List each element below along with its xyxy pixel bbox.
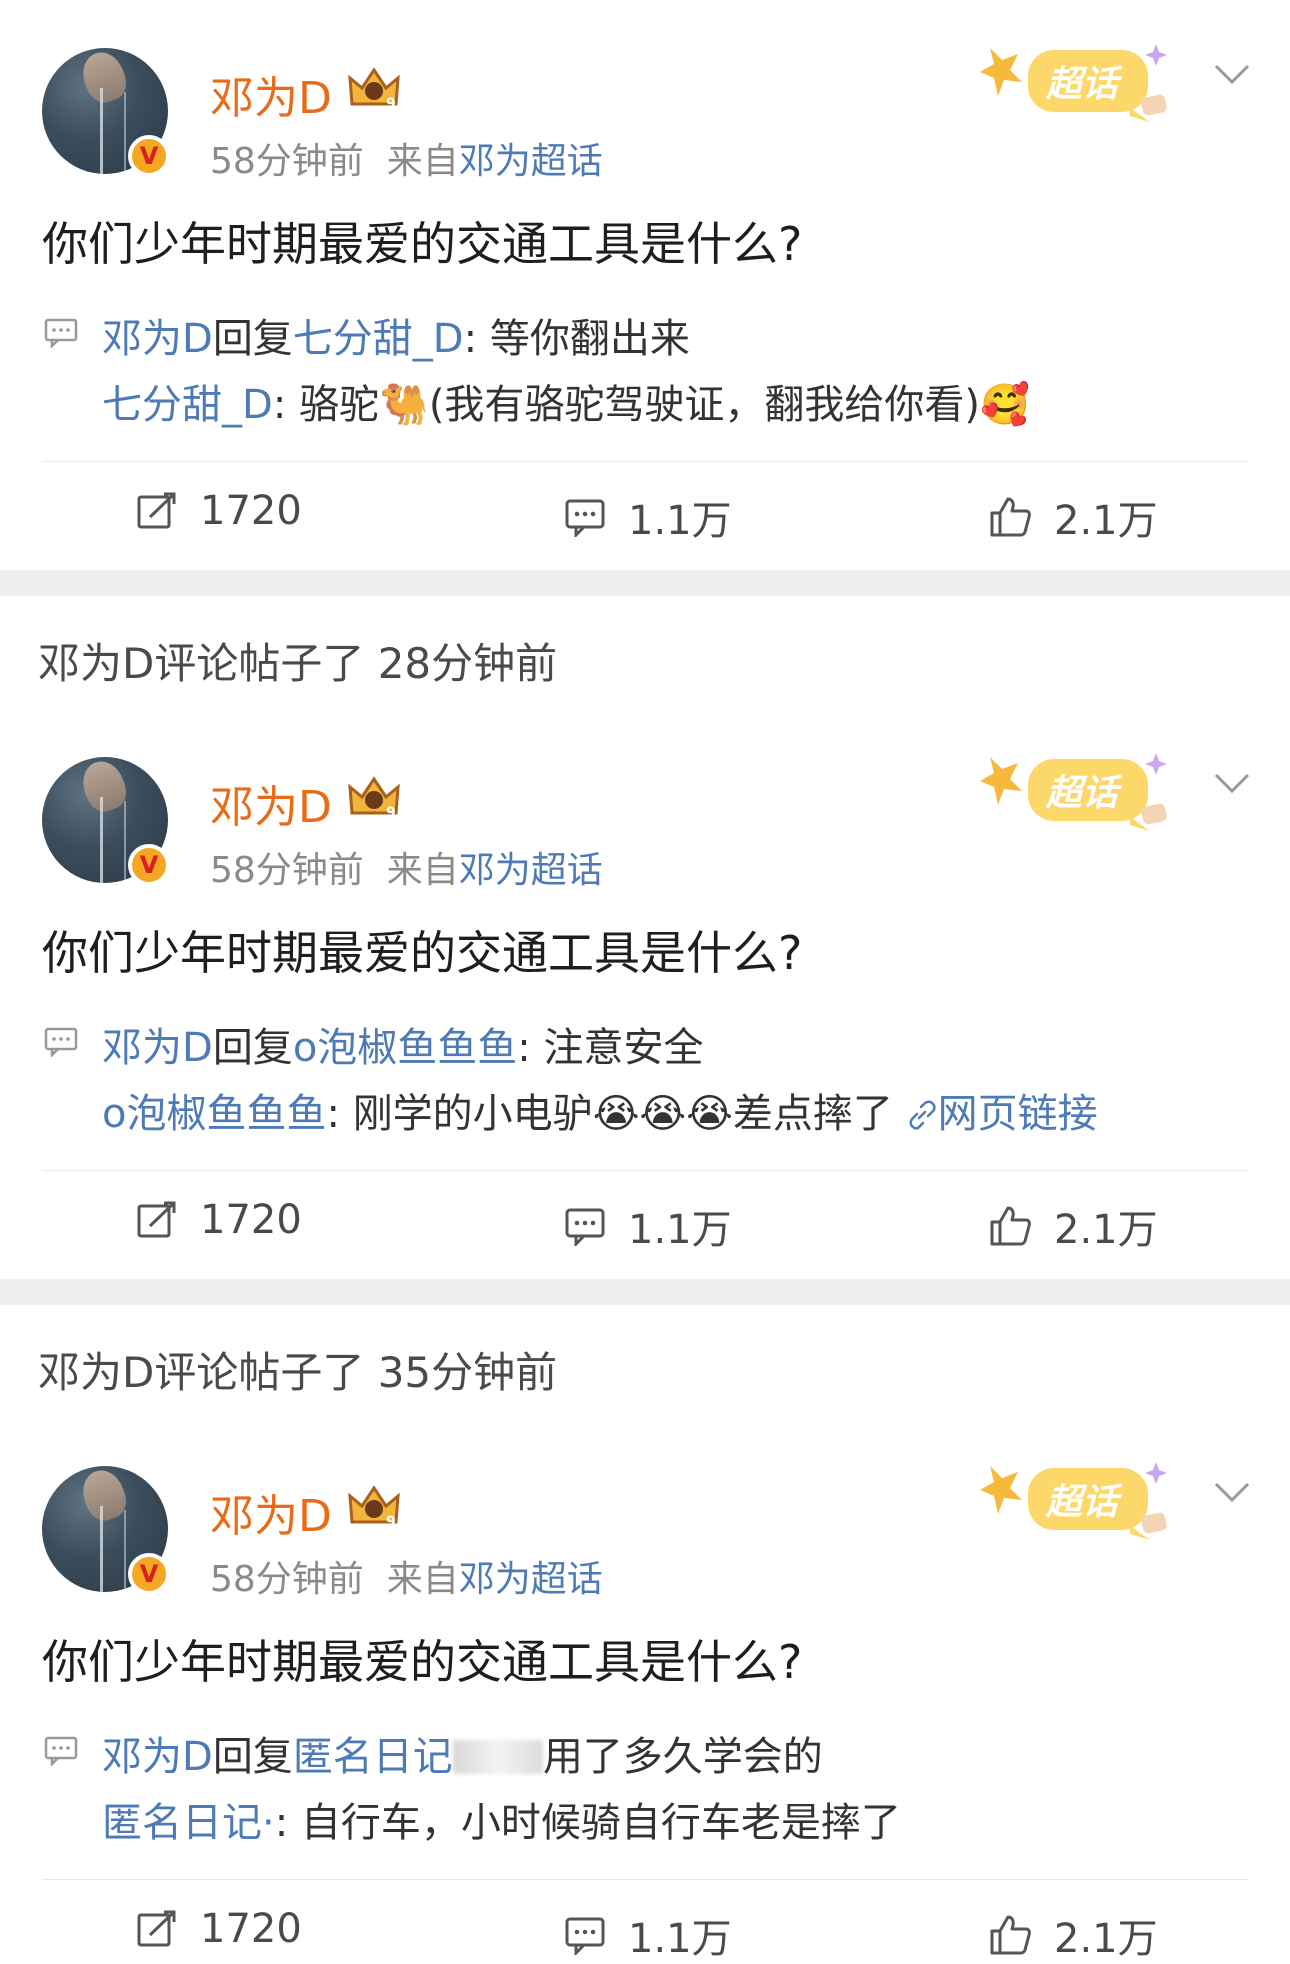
comment-bubble-icon — [44, 318, 78, 348]
svg-text:超话: 超话 — [1045, 64, 1123, 105]
comment-author[interactable]: 七分甜_D — [102, 382, 273, 428]
like-button[interactable]: 2.1万 — [988, 1906, 1158, 1964]
link-icon — [909, 1100, 936, 1130]
post-time: 58分钟前 — [210, 850, 364, 891]
comment-button[interactable]: 1.1万 — [564, 488, 732, 546]
comment-icon — [565, 1917, 605, 1955]
section-separator — [0, 570, 1290, 596]
comment-text: 等你翻出来 — [489, 316, 690, 362]
comment-author[interactable]: 邓为D — [102, 1734, 213, 1780]
from-prefix: 来自 — [386, 850, 459, 891]
repost-button[interactable]: 1720 — [136, 1906, 302, 1952]
comment-text: 骆驼 — [299, 382, 380, 428]
comment-line[interactable]: o泡椒鱼鱼鱼: 刚学的小电驴😭😭😭差点摔了 网页链接 — [102, 1081, 1098, 1139]
post-meta: 58分钟前 来自邓为超话 — [210, 132, 603, 184]
post-content[interactable]: 你们少年时期最爱的交通工具是什么? — [42, 917, 802, 983]
supertopic-tag-icon[interactable]: 超话 — [980, 1448, 1180, 1548]
username[interactable]: 邓为D — [210, 771, 332, 835]
web-link[interactable]: 网页链接 — [906, 1091, 1098, 1137]
smiling-emoji: 🥰 — [980, 382, 1030, 428]
comment-line[interactable]: 邓为D回复匿名日记 用了多久学会的 — [102, 1724, 823, 1782]
reply-target[interactable]: 匿名日记 — [293, 1734, 453, 1780]
reply-target[interactable]: 七分甜_D — [293, 316, 464, 362]
comment-author[interactable]: 邓为D — [102, 316, 213, 362]
comment-icon — [565, 1208, 605, 1246]
post-meta: 58分钟前 来自邓为超话 — [210, 841, 603, 893]
comment-button[interactable]: 1.1万 — [564, 1906, 732, 1964]
divider — [42, 1170, 1248, 1171]
comment-text: 注意安全 — [543, 1025, 704, 1071]
like-icon — [990, 1206, 1031, 1246]
repost-icon — [137, 492, 176, 529]
post-time: 58分钟前 — [210, 141, 364, 182]
comment-text: 自行车，小时候骑自行车老是摔了 — [300, 1800, 901, 1846]
crown-level-icon: 9 — [348, 67, 400, 112]
crown-level-icon: 9 — [348, 776, 400, 821]
like-button[interactable]: 2.1万 — [988, 488, 1158, 546]
username[interactable]: 邓为D — [210, 62, 332, 126]
reply-target[interactable]: o泡椒鱼鱼鱼 — [293, 1025, 517, 1071]
svg-text:超话: 超话 — [1045, 1482, 1123, 1523]
redacted-blur — [452, 1740, 543, 1774]
comment-bubble-icon — [44, 1027, 78, 1057]
username[interactable]: 邓为D — [210, 1480, 332, 1544]
source-link[interactable]: 邓为超话 — [459, 1559, 603, 1600]
comment-text: 刚学的小电驴 — [352, 1091, 593, 1137]
verified-v-icon: V — [128, 1553, 170, 1595]
repost-icon — [137, 1201, 176, 1238]
supertopic-tag-icon[interactable]: 超话 — [980, 739, 1180, 839]
repost-button[interactable]: 1720 — [136, 488, 302, 534]
like-icon — [990, 1915, 1031, 1955]
chevron-down-icon[interactable] — [1212, 1478, 1252, 1508]
comment-text: (我有骆驼驾驶证，翻我给你看) — [428, 382, 981, 428]
repost-button[interactable]: 1720 — [136, 1197, 302, 1243]
svg-text:9: 9 — [386, 1514, 396, 1530]
divider — [42, 461, 1248, 462]
chevron-down-icon[interactable] — [1212, 769, 1252, 799]
verified-v-icon: V — [128, 844, 170, 886]
divider — [42, 1879, 1248, 1880]
comment-bubble-icon — [44, 1736, 78, 1766]
comment-line[interactable]: 七分甜_D: 骆驼🐫(我有骆驼驾驶证，翻我给你看)🥰 — [102, 372, 1030, 430]
comment-button[interactable]: 1.1万 — [564, 1197, 732, 1255]
post-meta: 58分钟前 来自邓为超话 — [210, 1550, 603, 1602]
comment-text: 用了多久学会的 — [542, 1734, 823, 1780]
crying-emoji: 😭😭😭 — [592, 1091, 733, 1137]
crown-level-icon: 9 — [348, 1485, 400, 1530]
comment-line[interactable]: 匿名日记·: 自行车，小时候骑自行车老是摔了 — [102, 1790, 901, 1848]
post-card: V 邓为D 9 58分钟前 来自邓为超话 超话 你们少年时期最爱的交通工具是什么… — [0, 0, 1290, 570]
section-separator — [0, 1279, 1290, 1305]
like-icon — [990, 497, 1031, 537]
comment-icon — [565, 499, 605, 537]
comment-author[interactable]: 匿名日记· — [102, 1800, 275, 1846]
chevron-down-icon[interactable] — [1212, 60, 1252, 90]
activity-header: 邓为D评论帖子了 28分钟前 — [0, 596, 1290, 711]
comment-author[interactable]: o泡椒鱼鱼鱼 — [102, 1091, 326, 1137]
source-link[interactable]: 邓为超话 — [459, 850, 603, 891]
comment-line[interactable]: 邓为D回复o泡椒鱼鱼鱼: 注意安全 — [102, 1015, 704, 1073]
verified-v-icon: V — [128, 135, 170, 177]
from-prefix: 来自 — [386, 141, 459, 182]
post-card: V 邓为D 9 58分钟前 来自邓为超话 超话 你们少年时期最爱的交通工具是什么… — [0, 1418, 1290, 1962]
svg-text:超话: 超话 — [1045, 773, 1123, 814]
repost-icon — [137, 1910, 176, 1947]
svg-text:9: 9 — [386, 805, 396, 821]
camel-emoji: 🐫 — [379, 382, 429, 428]
svg-text:9: 9 — [386, 96, 396, 112]
source-link[interactable]: 邓为超话 — [459, 141, 603, 182]
activity-header: 邓为D评论帖子了 35分钟前 — [0, 1305, 1290, 1420]
supertopic-tag-icon[interactable]: 超话 — [980, 30, 1180, 130]
comment-line[interactable]: 邓为D回复七分甜_D: 等你翻出来 — [102, 306, 690, 364]
comment-author[interactable]: 邓为D — [102, 1025, 213, 1071]
comment-text: 差点摔了 — [732, 1091, 893, 1137]
post-time: 58分钟前 — [210, 1559, 364, 1600]
from-prefix: 来自 — [386, 1559, 459, 1600]
post-card: V 邓为D 9 58分钟前 来自邓为超话 超话 你们少年时期最爱的交通工具是什么… — [0, 709, 1290, 1279]
post-content[interactable]: 你们少年时期最爱的交通工具是什么? — [42, 1626, 802, 1692]
like-button[interactable]: 2.1万 — [988, 1197, 1158, 1255]
post-content[interactable]: 你们少年时期最爱的交通工具是什么? — [42, 208, 802, 274]
